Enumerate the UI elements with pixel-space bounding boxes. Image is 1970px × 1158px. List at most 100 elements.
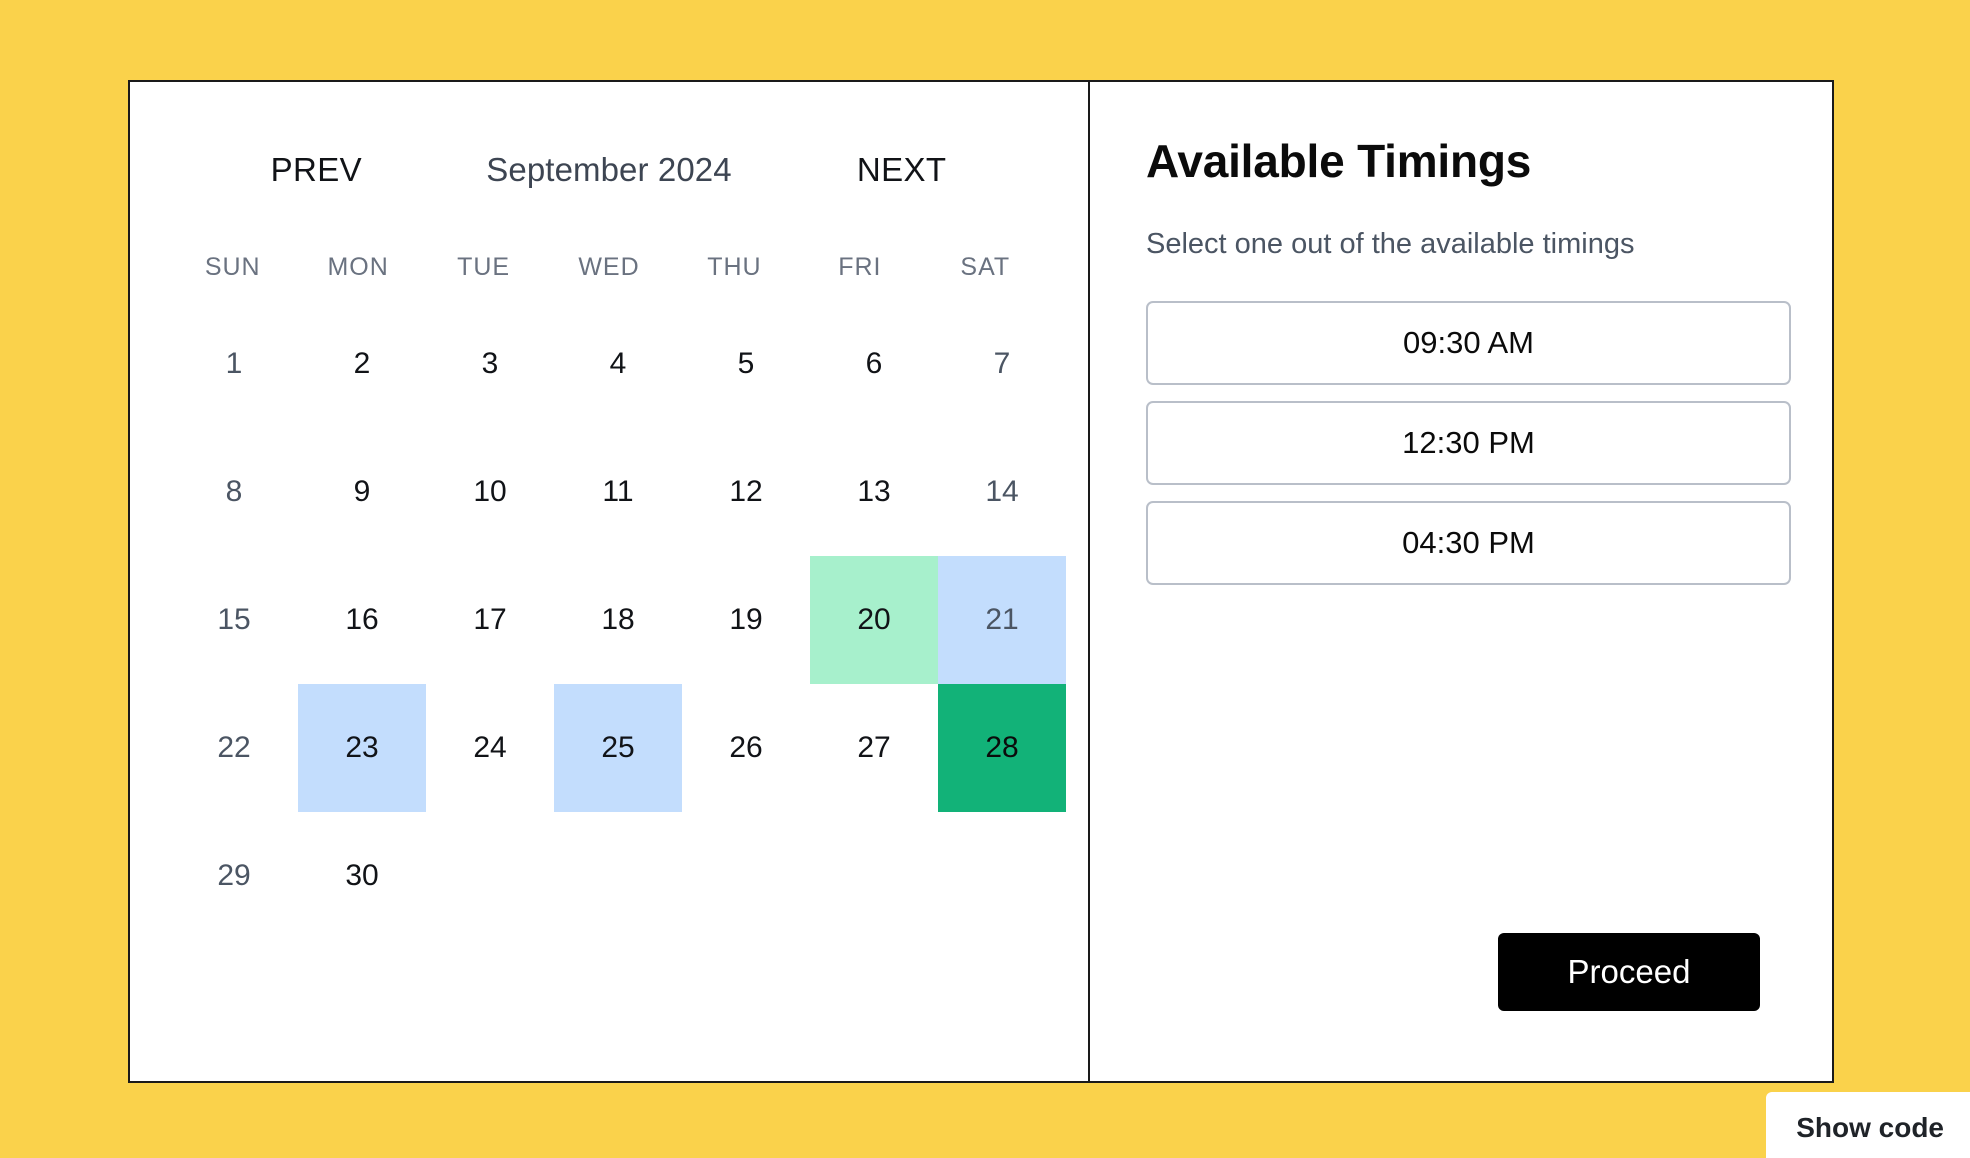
- calendar-day-chip: 8: [170, 428, 298, 556]
- calendar-day-label: 11: [602, 475, 634, 508]
- calendar-day-chip: 28: [938, 684, 1066, 812]
- calendar-day-chip: 18: [554, 556, 682, 684]
- calendar-day-chip: 10: [426, 428, 554, 556]
- calendar-day-label: 4: [609, 347, 627, 380]
- calendar-day-7[interactable]: 7: [938, 300, 1066, 428]
- calendar-day-chip: 30: [298, 812, 426, 940]
- calendar-day-chip: 16: [298, 556, 426, 684]
- timing-slot-12-30-pm[interactable]: 12:30 PM: [1146, 401, 1791, 485]
- calendar-day-chip: 14: [938, 428, 1066, 556]
- calendar-day-label: 22: [217, 731, 251, 764]
- calendar-day-chip: 24: [426, 684, 554, 812]
- calendar-day-26[interactable]: 26: [682, 684, 810, 812]
- calendar-day-9[interactable]: 9: [298, 428, 426, 556]
- calendar-day-label: 24: [473, 731, 507, 764]
- calendar-day-label: 9: [353, 475, 371, 508]
- calendar-day-5[interactable]: 5: [682, 300, 810, 428]
- calendar-day-chip: 29: [170, 812, 298, 940]
- calendar-day-chip: 25: [554, 684, 682, 812]
- timings-title: Available Timings: [1146, 135, 1532, 187]
- calendar-day-25[interactable]: 25: [554, 684, 682, 812]
- calendar-day-grid: 1 2 3 4 5 6 7 8 9 10 11 12 13 14 15 16 17 18 19 20 21 22 23 24 2…: [170, 300, 1066, 940]
- calendar-day-chip: 20: [810, 556, 938, 684]
- calendar-day-label: 16: [345, 603, 379, 636]
- calendar-day-18[interactable]: 18: [554, 556, 682, 684]
- calendar-day-24[interactable]: 24: [426, 684, 554, 812]
- calendar-day-13[interactable]: 13: [810, 428, 938, 556]
- calendar-day-chip: 15: [170, 556, 298, 684]
- calendar-day-1[interactable]: 1: [170, 300, 298, 428]
- calendar-day-chip: 23: [298, 684, 426, 812]
- calendar-header: PREV September 2024 NEXT: [170, 127, 1048, 213]
- calendar-day-label: 6: [865, 347, 883, 380]
- timing-slot-09-30-am[interactable]: 09:30 AM: [1146, 301, 1791, 385]
- timing-slot-04-30-pm[interactable]: 04:30 PM: [1146, 501, 1791, 585]
- calendar-day-21[interactable]: 21: [938, 556, 1066, 684]
- calendar-day-label: 28: [985, 731, 1019, 764]
- calendar-pane: PREV September 2024 NEXT SUN MON TUE WED THU…: [130, 82, 1090, 1081]
- calendar-day-chip: 17: [426, 556, 554, 684]
- calendar-day-label: 12: [729, 475, 763, 508]
- calendar-day-chip: 12: [682, 428, 810, 556]
- calendar-day-28[interactable]: 28: [938, 684, 1066, 812]
- calendar-day-chip: 21: [938, 556, 1066, 684]
- calendar-day-label: 27: [857, 731, 891, 764]
- calendar-day-chip: 6: [810, 300, 938, 428]
- calendar-day-12[interactable]: 12: [682, 428, 810, 556]
- calendar-day-label: 19: [729, 603, 763, 636]
- calendar-day-label: 14: [985, 475, 1019, 508]
- calendar-day-15[interactable]: 15: [170, 556, 298, 684]
- calendar-day-label: 30: [345, 859, 379, 892]
- weekday-header-thu: THU: [707, 253, 762, 281]
- calendar-day-17[interactable]: 17: [426, 556, 554, 684]
- calendar-day-chip: 9: [298, 428, 426, 556]
- calendar-day-19[interactable]: 19: [682, 556, 810, 684]
- timings-pane: Available Timings Select one out of the …: [1090, 82, 1847, 1081]
- proceed-button[interactable]: Proceed: [1498, 933, 1760, 1011]
- calendar-day-label: 20: [857, 603, 891, 636]
- calendar-day-label: 13: [857, 475, 891, 508]
- calendar-day-11[interactable]: 11: [554, 428, 682, 556]
- calendar-day-8[interactable]: 8: [170, 428, 298, 556]
- calendar-day-30[interactable]: 30: [298, 812, 426, 940]
- calendar-day-16[interactable]: 16: [298, 556, 426, 684]
- calendar-day-27[interactable]: 27: [810, 684, 938, 812]
- calendar-day-label: 10: [473, 475, 507, 508]
- calendar-day-label: 5: [737, 347, 755, 380]
- timings-subtitle: Select one out of the available timings: [1146, 228, 1635, 260]
- calendar-day-label: 18: [601, 603, 635, 636]
- calendar-day-chip: 4: [554, 300, 682, 428]
- calendar-day-2[interactable]: 2: [298, 300, 426, 428]
- calendar-day-chip: 3: [426, 300, 554, 428]
- calendar-day-29[interactable]: 29: [170, 812, 298, 940]
- calendar-day-label: 2: [353, 347, 371, 380]
- calendar-day-3[interactable]: 3: [426, 300, 554, 428]
- calendar-day-23[interactable]: 23: [298, 684, 426, 812]
- calendar-day-label: 8: [225, 475, 243, 508]
- weekday-header-sun: SUN: [204, 253, 261, 281]
- calendar-day-14[interactable]: 14: [938, 428, 1066, 556]
- show-code-button[interactable]: Show code: [1766, 1092, 1970, 1158]
- calendar-day-6[interactable]: 6: [810, 300, 938, 428]
- calendar-day-chip: 26: [682, 684, 810, 812]
- calendar-day-label: 1: [225, 347, 243, 380]
- weekday-header-mon: MON: [327, 253, 389, 281]
- calendar-day-chip: 19: [682, 556, 810, 684]
- proceed-button-row: Proceed: [1146, 933, 1791, 1041]
- prev-month-button[interactable]: PREV: [170, 151, 463, 189]
- calendar-day-chip: 1: [170, 300, 298, 428]
- calendar-day-4[interactable]: 4: [554, 300, 682, 428]
- calendar-day-chip: 11: [554, 428, 682, 556]
- booking-card: PREV September 2024 NEXT SUN MON TUE WED THU…: [128, 80, 1834, 1083]
- calendar-day-22[interactable]: 22: [170, 684, 298, 812]
- calendar-day-chip: 2: [298, 300, 426, 428]
- next-month-button[interactable]: NEXT: [755, 151, 1048, 189]
- calendar-day-10[interactable]: 10: [426, 428, 554, 556]
- timing-slot-list: 09:30 AM 12:30 PM 04:30 PM: [1146, 301, 1791, 585]
- month-title: September 2024: [486, 151, 732, 188]
- calendar-day-chip: 7: [938, 300, 1066, 428]
- calendar-day-label: 29: [217, 859, 251, 892]
- calendar-day-label: 17: [473, 603, 507, 636]
- calendar-day-20[interactable]: 20: [810, 556, 938, 684]
- calendar-day-label: 7: [993, 347, 1011, 380]
